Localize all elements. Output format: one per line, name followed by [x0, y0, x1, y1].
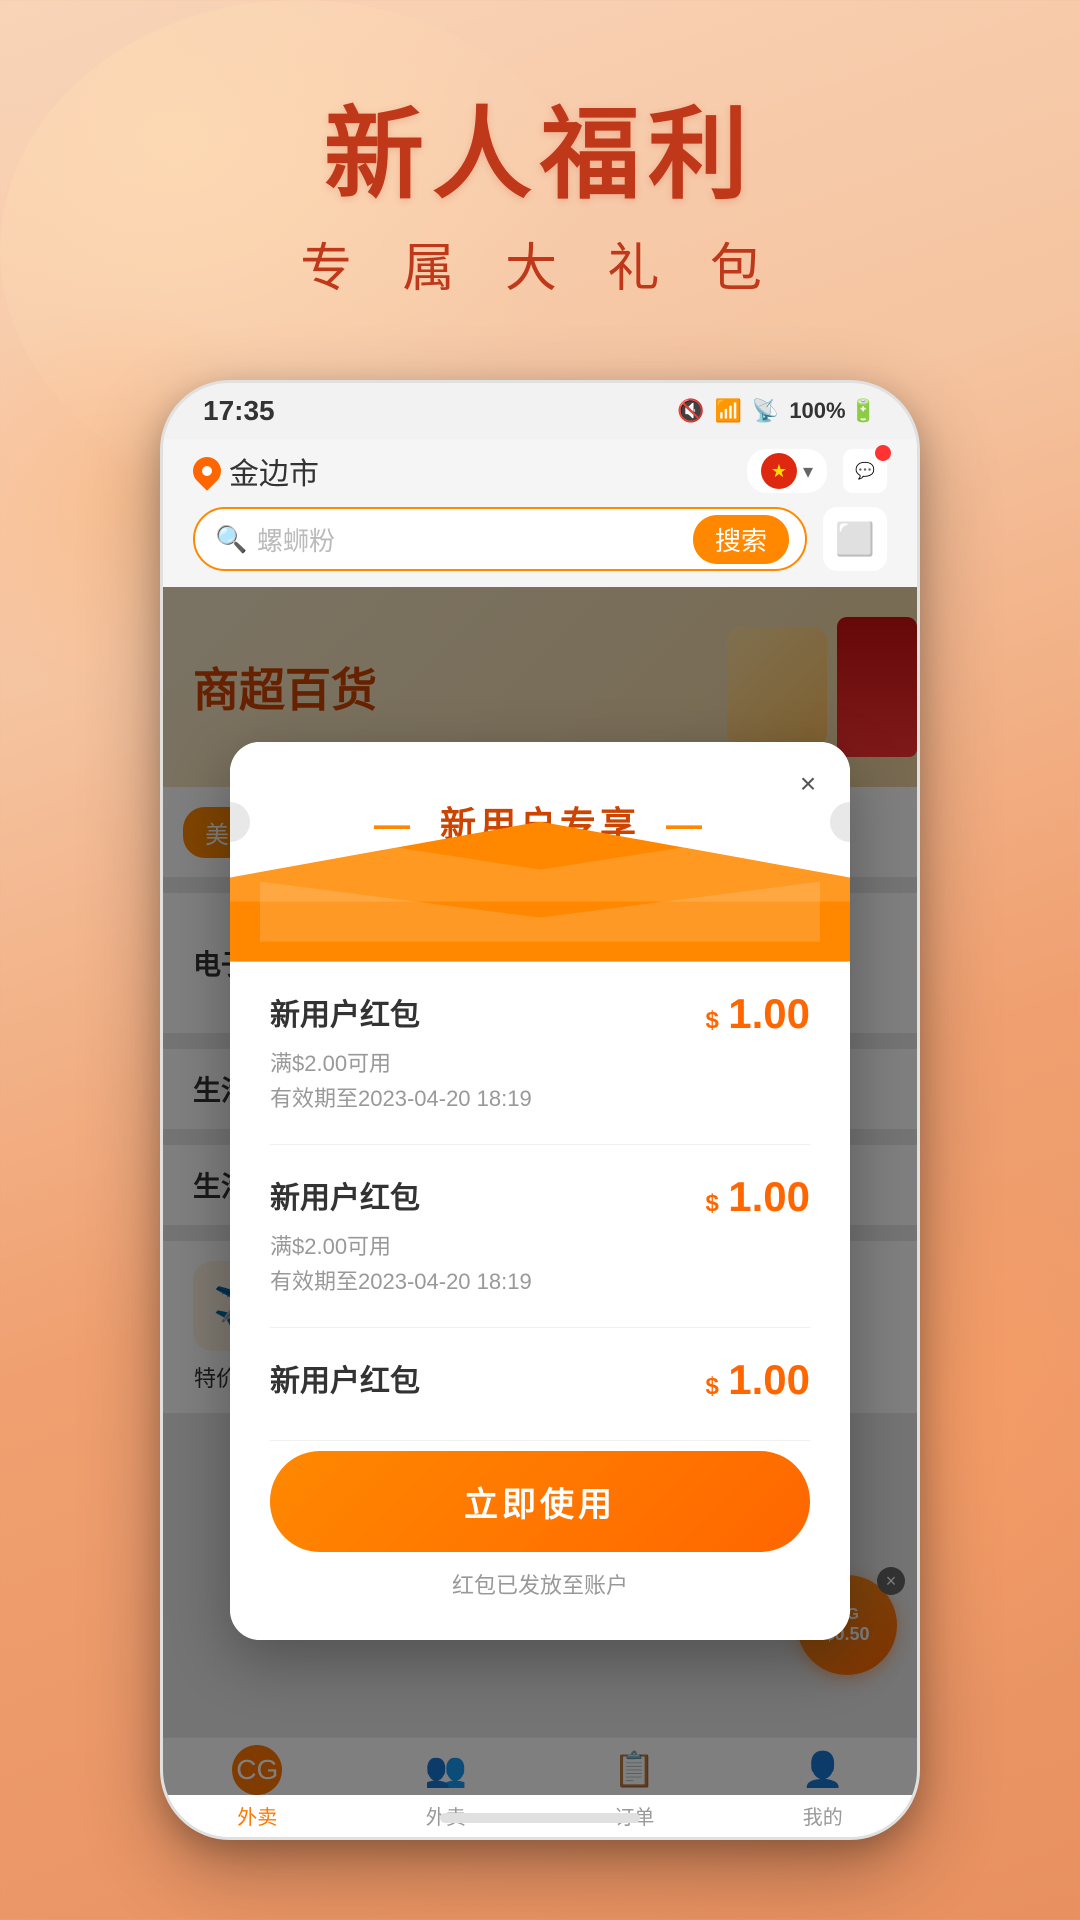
promo-section: 新人福利 专 属 大 礼 包	[0, 0, 1080, 301]
nav-home-label: 外卖	[237, 1801, 277, 1830]
status-bar: 17:35 🔇 📶 📡 100% 🔋	[163, 383, 917, 439]
coupon-info-2: 新用户红包 满$2.00可用 有效期至2023-04-20 18:19	[270, 1173, 705, 1299]
coupon-notch-right	[830, 802, 850, 842]
promo-subtitle: 专 属 大 礼 包	[0, 226, 1080, 301]
wifi-icon: 📶	[715, 398, 742, 424]
search-bar[interactable]: 🔍 螺蛳粉 搜索	[193, 507, 807, 571]
location-right: ★ ▾ 💬	[747, 449, 887, 493]
amount-prefix-2: $	[705, 1190, 718, 1217]
battery-indicator: 100% 🔋	[789, 398, 877, 424]
scan-button[interactable]: ⬜	[823, 507, 887, 571]
location-pin-icon	[187, 451, 227, 491]
nav-profile-label: 我的	[803, 1801, 843, 1830]
dash-right: —	[666, 804, 706, 845]
battery-icon: 🔋	[850, 398, 877, 424]
mute-icon: 🔇	[677, 398, 704, 424]
coupon-expiry-2: 有效期至2023-04-20 18:19	[270, 1264, 705, 1299]
dash-left: —	[374, 804, 414, 845]
message-button[interactable]: 💬	[843, 449, 887, 493]
location-row: 金边市 ★ ▾ 💬	[193, 449, 887, 493]
amount-value-1: 1.00	[728, 990, 810, 1037]
coupon-info-3: 新用户红包	[270, 1356, 705, 1412]
amount-prefix-1: $	[705, 1007, 718, 1034]
scan-icon: ⬜	[835, 520, 875, 558]
coupon-name-2: 新用户红包	[270, 1173, 705, 1217]
amount-prefix-3: $	[705, 1373, 718, 1400]
search-icon: 🔍	[215, 524, 245, 554]
coupon-amount-2: $ 1.00	[705, 1173, 810, 1221]
amount-value-2: 1.00	[728, 1173, 810, 1220]
coupon-modal: × — 新用户专享 —	[230, 742, 850, 1641]
coupon-amount-1: $ 1.00	[705, 990, 810, 1038]
search-row: 🔍 螺蛳粉 搜索 ⬜	[193, 507, 887, 571]
home-indicator	[440, 1813, 640, 1823]
chevron-down-icon: ▾	[803, 459, 813, 484]
flag-icon: ★	[761, 453, 797, 489]
coupon-min-2: 满$2.00可用	[270, 1229, 705, 1264]
message-badge	[875, 445, 891, 461]
coupon-item-1: 新用户红包 满$2.00可用 有效期至2023-04-20 18:19 $ 1.…	[270, 962, 810, 1145]
status-time: 17:35	[203, 395, 275, 427]
modal-close-button[interactable]: ×	[786, 762, 830, 806]
modal-overlay[interactable]: × — 新用户专享 —	[163, 587, 917, 1795]
app-header: 金边市 ★ ▾ 💬 🔍 螺蛳粉 搜索 ⬜	[163, 439, 917, 587]
coupon-amount-3: $ 1.00	[705, 1356, 810, 1404]
search-placeholder: 螺蛳粉	[257, 521, 681, 558]
app-content: 商超百货 美食 奶茶 仓 电子 生活 生活	[163, 587, 917, 1795]
coupon-item-3: 新用户红包 $ 1.00	[270, 1328, 810, 1441]
battery-percent: 100%	[789, 398, 845, 424]
location-left[interactable]: 金边市	[193, 449, 319, 493]
coupon-item-2: 新用户红包 满$2.00可用 有效期至2023-04-20 18:19 $ 1.…	[270, 1145, 810, 1328]
modal-body: 新用户红包 满$2.00可用 有效期至2023-04-20 18:19 $ 1.…	[230, 962, 850, 1641]
coupon-desc-1: 满$2.00可用 有效期至2023-04-20 18:19	[270, 1046, 705, 1116]
coupon-notch-left	[230, 802, 250, 842]
location-text: 金边市	[229, 449, 319, 493]
language-selector[interactable]: ★ ▾	[747, 449, 827, 493]
coupon-name-3: 新用户红包	[270, 1356, 705, 1400]
coupon-expiry-1: 有效期至2023-04-20 18:19	[270, 1081, 705, 1116]
cta-button[interactable]: 立即使用	[270, 1451, 810, 1552]
amount-value-3: 1.00	[728, 1356, 810, 1403]
coupon-desc-2: 满$2.00可用 有效期至2023-04-20 18:19	[270, 1229, 705, 1299]
cta-note: 红包已发放至账户	[270, 1568, 810, 1600]
signal-icon: 📡	[752, 398, 779, 424]
coupon-name-1: 新用户红包	[270, 990, 705, 1034]
promo-title: 新人福利	[0, 100, 1080, 210]
search-button[interactable]: 搜索	[693, 515, 789, 564]
coupon-info-1: 新用户红包 满$2.00可用 有效期至2023-04-20 18:19	[270, 990, 705, 1116]
modal-header: — 新用户专享 —	[230, 742, 850, 962]
message-icon: 💬	[855, 461, 875, 481]
coupon-min-1: 满$2.00可用	[270, 1046, 705, 1081]
phone-mockup: 17:35 🔇 📶 📡 100% 🔋 金边市 ★ ▾ �	[160, 380, 920, 1840]
status-icons: 🔇 📶 📡 100% 🔋	[677, 398, 877, 424]
